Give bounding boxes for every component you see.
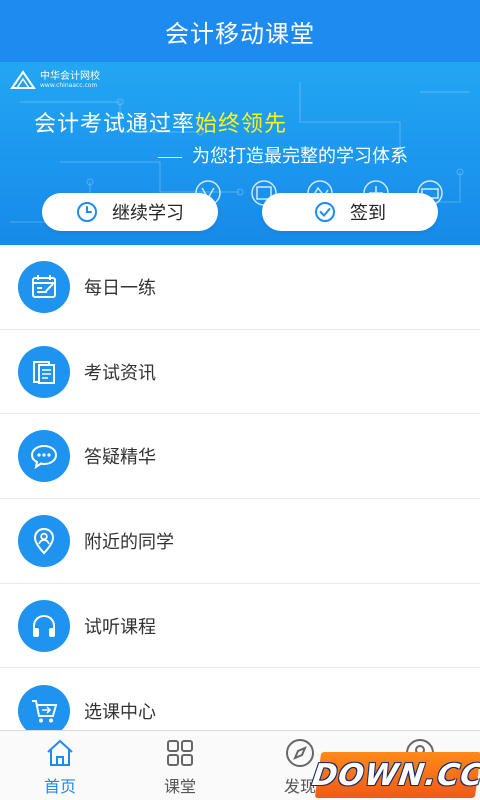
app-header: 会计移动课堂 xyxy=(0,0,480,62)
chat-icon xyxy=(18,430,70,483)
watermark-text: DOWN.CC xyxy=(310,757,480,793)
menu-item-label: 答疑精华 xyxy=(84,447,156,469)
page-title: 会计移动课堂 xyxy=(165,19,315,48)
logo-name: 中华会计网校 xyxy=(40,70,100,82)
check-in-label: 签到 xyxy=(350,203,386,224)
menu-item-nearby-classmates[interactable]: 附近的同学 xyxy=(0,499,480,584)
menu-item-label: 每日一练 xyxy=(84,277,156,299)
compass-icon xyxy=(286,739,314,767)
banner-subtitle: 为您打造最完整的学习体系 xyxy=(158,142,408,168)
location-person-icon xyxy=(18,514,70,567)
menu-item-daily-practice[interactable]: 每日一练 xyxy=(0,245,480,330)
brand-logo: 中华会计网校 www.chinaacc.com xyxy=(10,70,100,90)
promo-banner[interactable]: 中华会计网校 www.chinaacc.com 会计考试通过率始终领先 为您打造… xyxy=(0,62,480,245)
subtitle-text: 为您打造最完整的学习体系 xyxy=(192,146,408,167)
grid-icon xyxy=(167,740,193,766)
menu-item-exam-news[interactable]: 考试资讯 xyxy=(0,330,480,415)
site-watermark: DOWN.CC xyxy=(310,752,480,798)
continue-learning-button[interactable]: 继续学习 xyxy=(42,193,218,231)
menu-item-trial-courses[interactable]: 试听课程 xyxy=(0,584,480,669)
document-icon xyxy=(18,345,70,398)
continue-learning-label: 继续学习 xyxy=(112,203,184,224)
check-in-button[interactable]: 签到 xyxy=(262,193,438,231)
banner-slogan: 会计考试通过率始终领先 xyxy=(34,106,287,138)
logo-url: www.chinaacc.com xyxy=(40,81,98,89)
menu-item-qa-highlights[interactable]: 答疑精华 xyxy=(0,414,480,500)
feature-menu: 每日一练 考试资讯 答疑精华 附近的同学 试听课程 选课中心 xyxy=(0,245,480,753)
menu-item-label: 选课中心 xyxy=(84,701,156,723)
home-icon xyxy=(47,739,73,766)
menu-item-label: 附近的同学 xyxy=(84,531,174,553)
slogan-prefix: 会计考试通过率 xyxy=(34,112,196,137)
menu-item-label: 考试资讯 xyxy=(84,362,156,384)
calendar-icon xyxy=(18,260,70,313)
tab-label: 课堂 xyxy=(163,777,196,796)
tab-home[interactable]: 首页 xyxy=(0,731,120,800)
dash-line xyxy=(158,156,182,158)
logo-mark-icon xyxy=(10,70,36,89)
check-circle-icon xyxy=(315,202,335,222)
clock-icon xyxy=(77,202,97,222)
cart-icon xyxy=(18,684,70,737)
tab-label: 首页 xyxy=(43,777,76,796)
headphones-icon xyxy=(18,599,70,652)
tab-classroom[interactable]: 课堂 xyxy=(120,731,240,800)
slogan-highlight: 始终领先 xyxy=(195,112,288,137)
menu-item-label: 试听课程 xyxy=(84,616,156,638)
